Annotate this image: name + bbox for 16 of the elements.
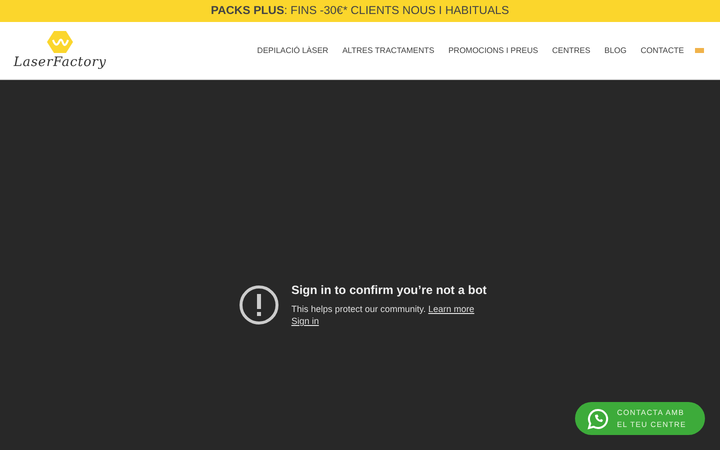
nav-link[interactable]: BLOG <box>597 46 634 55</box>
sign-in-link[interactable]: Sign in <box>291 316 319 326</box>
flag-icon[interactable] <box>695 48 704 53</box>
nav-link[interactable]: CONTACTE <box>634 46 691 55</box>
chat-phone-icon <box>587 408 609 430</box>
nav-link[interactable]: ALTRES TRACTAMENTS <box>335 46 442 55</box>
nav-link[interactable]: PROMOCIONS I PREUS <box>441 46 546 55</box>
hexagon-logo-icon <box>47 31 73 53</box>
warning-icon <box>239 285 280 325</box>
learn-more-link[interactable]: Learn more <box>428 304 474 314</box>
promo-banner-text: PACKS PLUS: FINS -30€* CLIENTS NOUS I HABITUALS <box>210 5 510 17</box>
video-error-message: This helps protect our community. <box>291 304 426 314</box>
logo-text: LaserFactory <box>14 55 106 70</box>
video-error-title: Sign in to confirm you’re not a bot <box>291 283 487 297</box>
nav-link[interactable]: DEPILACIÓ LÀSER <box>250 46 336 55</box>
nav-link[interactable]: CENTRES <box>545 46 598 55</box>
